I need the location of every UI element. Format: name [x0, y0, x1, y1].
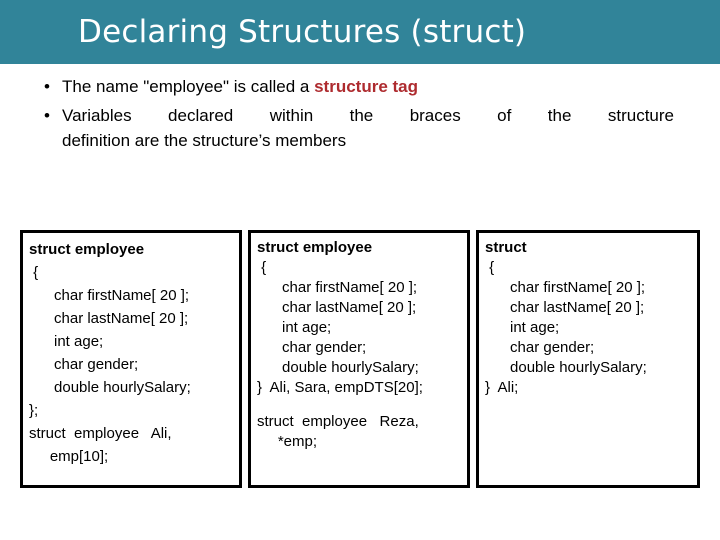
- code-box-anonymous-struct: struct { char firstName[ 20 ]; char last…: [476, 230, 700, 488]
- code-line: {: [257, 259, 267, 276]
- code-line: char firstName[ 20 ];: [29, 287, 190, 304]
- code-line: char gender;: [257, 339, 367, 356]
- code-line: {: [29, 264, 39, 281]
- code-line: char firstName[ 20 ];: [257, 279, 418, 296]
- code-box-declaration-with-tag: struct employee { char firstName[ 20 ]; …: [20, 230, 242, 488]
- list-item: • Variables declared within the braces o…: [0, 103, 720, 153]
- bullet-text-plain: The name "employee" is called a: [62, 77, 315, 96]
- bullet-text-line-2: definition are the structure’s members: [62, 131, 347, 150]
- code-block: struct employee { char firstName[ 20 ]; …: [251, 233, 467, 452]
- bullet-text: The name "employee" is called a structur…: [62, 74, 674, 99]
- code-line: struct employee Reza,: [257, 413, 419, 430]
- code-line: } Ali, Sara, empDTS[20];: [257, 379, 423, 396]
- code-line: double hourlySalary;: [485, 359, 647, 376]
- code-line: double hourlySalary;: [257, 359, 419, 376]
- code-line-spacer: [257, 398, 463, 412]
- code-line: struct: [485, 239, 527, 256]
- code-line: char gender;: [29, 356, 139, 373]
- structure-tag-highlight: structure tag: [314, 77, 419, 96]
- code-block: struct employee { char firstName[ 20 ]; …: [23, 233, 239, 468]
- list-item: • The name "employee" is called a struct…: [0, 74, 720, 99]
- bullet-marker-icon: •: [44, 77, 50, 96]
- code-line: int age;: [29, 333, 104, 350]
- code-line: struct employee Ali,: [29, 425, 172, 442]
- code-line: char firstName[ 20 ];: [485, 279, 646, 296]
- bullet-text: Variables declared within the braces of …: [62, 103, 674, 153]
- bullet-text-line-1: Variables declared within the braces of …: [62, 106, 674, 125]
- code-block: struct { char firstName[ 20 ]; char last…: [479, 233, 697, 398]
- bullet-list: • The name "employee" is called a struct…: [0, 74, 720, 157]
- code-line: int age;: [485, 319, 560, 336]
- title-banner: Declaring Structures (struct): [0, 0, 720, 64]
- code-line: struct employee: [257, 239, 373, 256]
- code-line: int age;: [257, 319, 332, 336]
- code-line: struct employee: [29, 241, 145, 258]
- code-line: };: [29, 402, 39, 419]
- code-line: emp[10];: [29, 448, 109, 465]
- code-line: double hourlySalary;: [29, 379, 191, 396]
- code-box-declaration-with-inline-vars: struct employee { char firstName[ 20 ]; …: [248, 230, 470, 488]
- code-box-group: struct employee { char firstName[ 20 ]; …: [20, 230, 700, 488]
- code-line: {: [485, 259, 495, 276]
- code-line: char lastName[ 20 ];: [485, 299, 645, 316]
- code-line: char gender;: [485, 339, 595, 356]
- code-line: *emp;: [257, 433, 318, 450]
- code-line: char lastName[ 20 ];: [29, 310, 189, 327]
- page-title: Declaring Structures (struct): [78, 14, 527, 50]
- code-line: char lastName[ 20 ];: [257, 299, 417, 316]
- bullet-marker-icon: •: [44, 106, 50, 125]
- code-line: } Ali;: [485, 379, 519, 396]
